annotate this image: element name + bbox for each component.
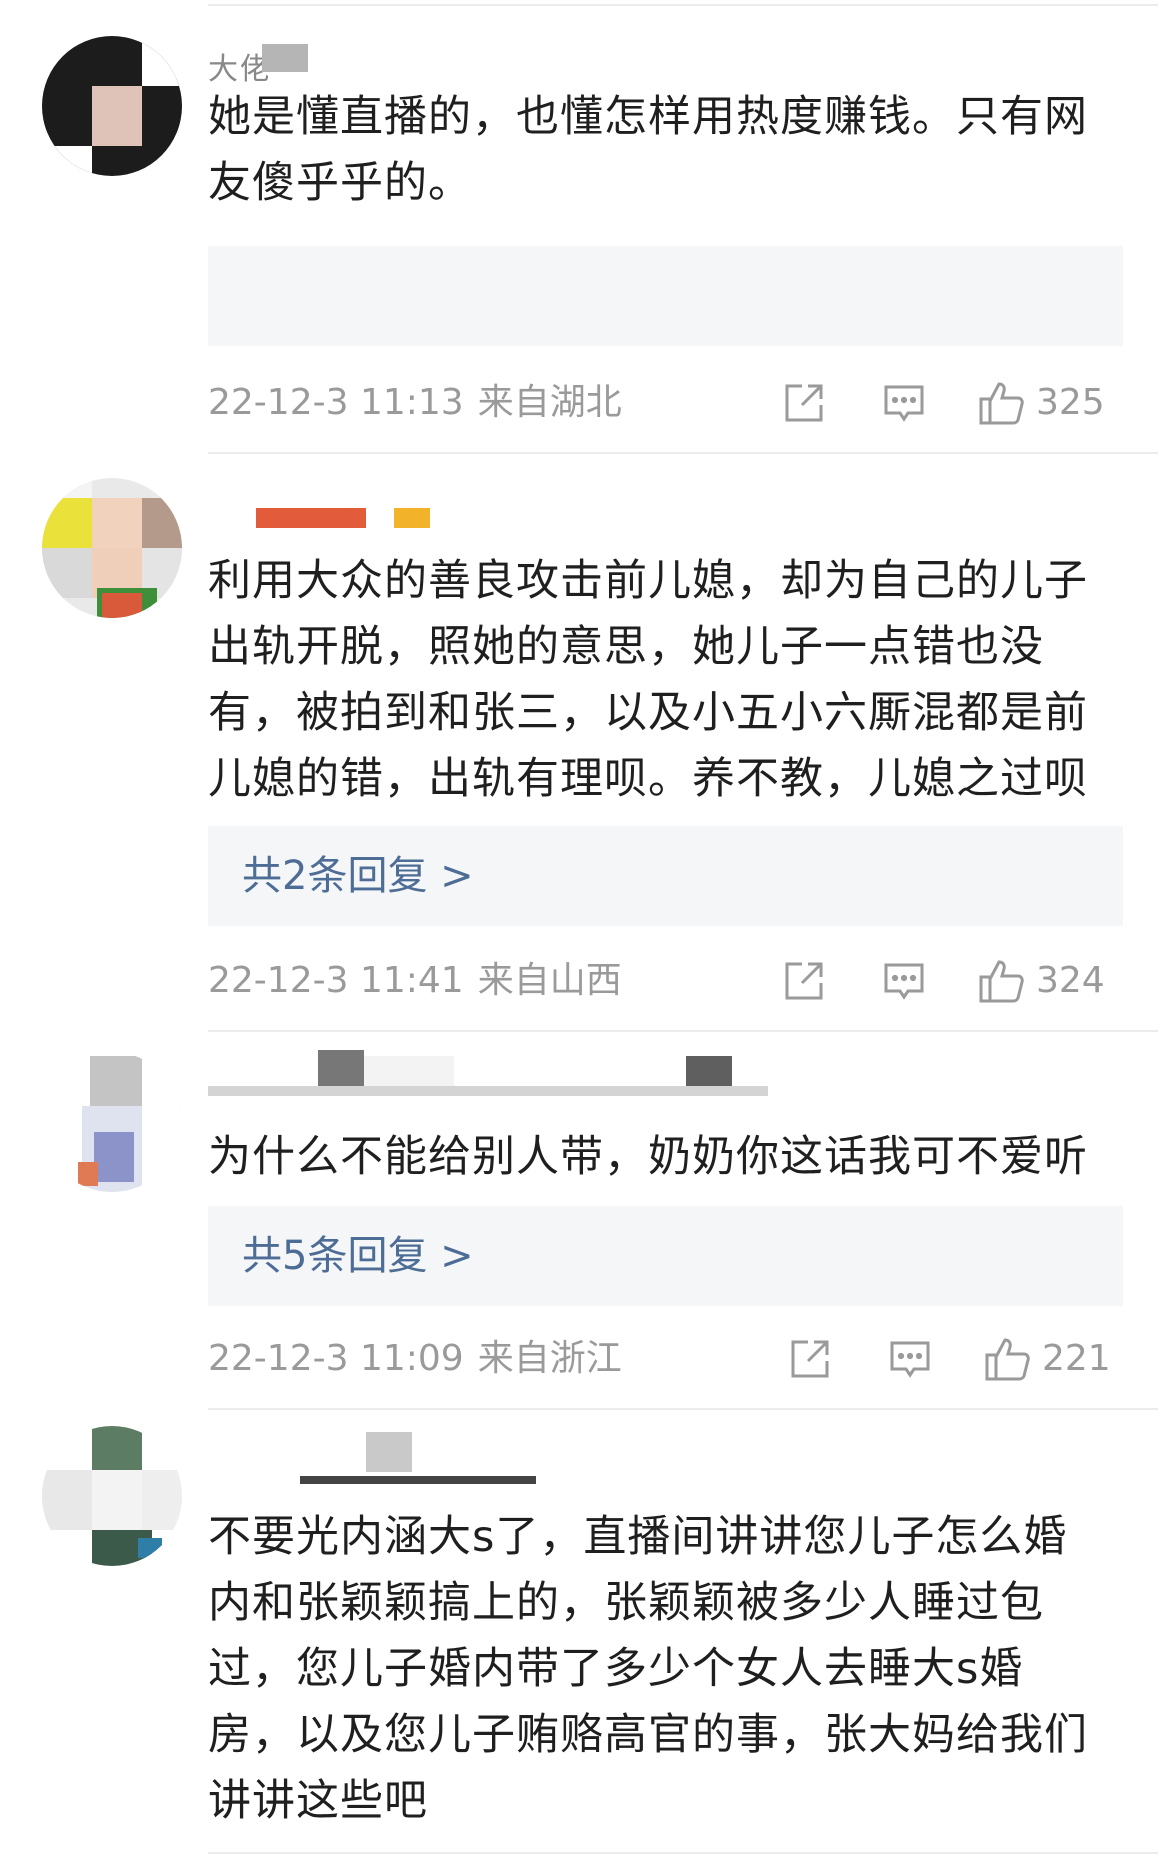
- comment-button[interactable]: [888, 1334, 932, 1384]
- view-replies-link[interactable]: 共2条回复 >: [208, 826, 1123, 926]
- comment-meta: 22-12-3 11:09 来自浙江 221: [208, 1334, 1123, 1384]
- username-mosaic: [256, 508, 366, 528]
- comment-text: 为什么不能给别人带，奶奶你这话我可不爱听: [208, 1132, 1088, 1182]
- reply-box-empty[interactable]: [208, 246, 1123, 346]
- comment-location: 来自山西: [477, 960, 622, 1001]
- username-mosaic: [262, 44, 308, 72]
- username-mosaic: [364, 1056, 454, 1090]
- comment-icon: [884, 963, 924, 1000]
- like-count: 221: [1042, 1338, 1111, 1379]
- avatar[interactable]: [42, 478, 182, 618]
- comment-button[interactable]: [882, 378, 926, 428]
- like-count: 324: [1036, 960, 1105, 1001]
- like-count: 325: [1036, 382, 1105, 423]
- divider: [208, 452, 1158, 454]
- divider: [208, 1852, 1158, 1854]
- divider: [208, 1408, 1158, 1410]
- avatar[interactable]: [42, 1426, 182, 1566]
- comment-meta: 22-12-3 11:41 来自山西 324: [208, 956, 1123, 1006]
- comment-text: 她是懂直播的，也懂怎样用热度赚钱。只有网 友傻乎乎的。: [208, 92, 1088, 208]
- thumbs-up-icon: [979, 960, 1024, 1003]
- comment-text: 不要光内涵大s了，直播间讲讲您儿子怎么婚 内和张颖颖搞上的，张颖颖被多少人睡过包…: [208, 1512, 1088, 1826]
- avatar[interactable]: [42, 1052, 182, 1192]
- comment-icon: [884, 385, 924, 422]
- view-replies-link[interactable]: 共5条回复 >: [208, 1206, 1123, 1306]
- share-button[interactable]: [782, 378, 826, 428]
- thumbs-up-icon: [979, 382, 1024, 425]
- username-mosaic: [300, 1476, 536, 1484]
- divider: [208, 1030, 1158, 1032]
- comment-time: 22-12-3 11:09: [208, 1338, 464, 1379]
- avatar[interactable]: [42, 36, 182, 176]
- comment-text: 利用大众的善良攻击前儿媳，却为自己的儿子 出轨开脱，照她的意思，她儿子一点错也没…: [208, 556, 1088, 804]
- comment-icon: [890, 1341, 930, 1378]
- share-icon: [785, 962, 823, 1000]
- comment-location: 来自湖北: [477, 382, 622, 423]
- share-icon: [785, 384, 823, 422]
- username-mosaic: [208, 1086, 768, 1096]
- like-button[interactable]: 325: [978, 378, 1105, 428]
- like-button[interactable]: 324: [978, 956, 1105, 1006]
- username-mosaic: [366, 1432, 412, 1472]
- like-button[interactable]: 221: [984, 1334, 1111, 1384]
- comment-time: 22-12-3 11:41: [208, 960, 464, 1001]
- share-icon: [791, 1340, 829, 1378]
- comment-meta: 22-12-3 11:13 来自湖北 325: [208, 378, 1123, 428]
- share-button[interactable]: [782, 956, 826, 1006]
- comment-time: 22-12-3 11:13: [208, 382, 464, 423]
- share-button[interactable]: [788, 1334, 832, 1384]
- comment-button[interactable]: [882, 956, 926, 1006]
- comment-location: 来自浙江: [477, 1338, 622, 1379]
- badge-icon: [394, 508, 430, 528]
- thumbs-up-icon: [985, 1338, 1030, 1381]
- divider-top: [208, 4, 1158, 6]
